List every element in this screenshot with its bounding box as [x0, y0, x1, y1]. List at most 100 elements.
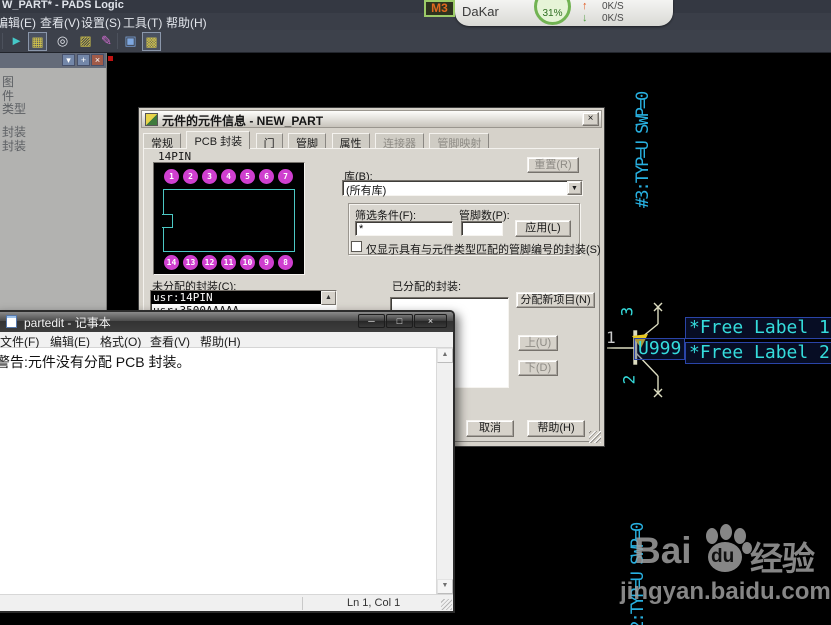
assigned-decals-label: 已分配的封装: [392, 281, 462, 293]
move-down-button[interactable]: 下(D) [518, 360, 558, 376]
reset-button[interactable]: 重置(R) [527, 157, 579, 173]
notepad-titlebar[interactable]: partedit - 记事本 ─ □ × [0, 312, 453, 332]
pad-7: 7 [278, 169, 293, 184]
pad-12: 12 [202, 255, 217, 270]
download-arrow-icon: ↓ [582, 12, 588, 24]
app-toolbar: ► ▦ ◎ ▨ ✎ ▣ ▩ [0, 30, 831, 53]
notepad-text-area[interactable]: 警告:元件没有分配 PCB 封装。 [0, 348, 436, 594]
dialog-title: 元件的元件信息 - NEW_PART [162, 114, 324, 128]
watermark-url: jingyan.baidu.com [620, 578, 831, 605]
cam-preview-icon[interactable]: ▩ [142, 32, 161, 51]
tab-pcb-decals[interactable]: PCB 封装 [186, 131, 251, 149]
free-label-1[interactable]: *Free Label 1 [685, 317, 831, 339]
tab-connector[interactable]: 连接器 [374, 133, 424, 150]
library-icon[interactable]: ▨ [76, 32, 95, 51]
notepad-title: partedit - 记事本 [24, 316, 111, 330]
pin-number-2[interactable]: 2 [619, 375, 638, 385]
scroll-up-icon[interactable]: ▲ [437, 348, 453, 363]
monitor-user: DaKar [462, 4, 499, 19]
resize-grip[interactable] [441, 599, 452, 610]
tab-general[interactable]: 常规 [143, 133, 181, 150]
tab-gates[interactable]: 门 [255, 133, 283, 150]
watermark-jingyan-text: 经验 [750, 540, 815, 577]
maximize-icon[interactable]: □ [386, 314, 413, 328]
upload-rate: 0K/S [602, 1, 624, 12]
project-explorer-panel: ▾ + × 图 件 类型 封装 封装 [0, 52, 107, 314]
scroll-up-icon[interactable]: ▲ [321, 291, 336, 305]
pin-number-3[interactable]: 3 [617, 307, 636, 317]
library-value: (所有库) [346, 185, 387, 197]
ref-designator[interactable]: U999 [634, 338, 686, 360]
pad-4: 4 [221, 169, 236, 184]
notepad-menubar: 文件(F) 编辑(E) 格式(O) 查看(V) 帮助(H) [0, 332, 453, 349]
match-pin-numbers-label: 仅显示具有与元件类型匹配的管脚编号的封装(S) [366, 244, 601, 256]
pad-2: 2 [183, 169, 198, 184]
pad-6: 6 [259, 169, 274, 184]
menu-edit[interactable]: 编辑(E) [0, 14, 36, 31]
notepad-statusbar: Ln 1, Col 1 [0, 594, 453, 611]
recorder-monitor-widget: M3 DaKar 31% ↑ 0K/S ↓ 0K/S [424, 0, 684, 34]
zoom-icon[interactable]: ◎ [53, 32, 72, 51]
menu-view[interactable]: 查看(V) [40, 14, 80, 31]
notepad-window: partedit - 记事本 ─ □ × 文件(F) 编辑(E) 格式(O) 查… [0, 310, 455, 613]
menu-tools[interactable]: 工具(T) [123, 14, 162, 31]
cursor-position-status: Ln 1, Col 1 [347, 597, 401, 609]
close-icon[interactable]: × [414, 314, 447, 328]
vertical-scrollbar[interactable]: ▲ ▼ [436, 348, 453, 594]
move-up-button[interactable]: 上(U) [518, 335, 558, 351]
help-button[interactable]: 帮助(H) [527, 420, 585, 437]
pad-8: 8 [278, 255, 293, 270]
pad-5: 5 [240, 169, 255, 184]
panel-header: ▾ + × [0, 52, 106, 68]
pad-13: 13 [183, 255, 198, 270]
origin-marker [108, 56, 113, 61]
tree-item-decal-2[interactable]: 封装 [2, 137, 26, 154]
pad-3: 3 [202, 169, 217, 184]
app-title: W_PART* - PADS Logic [2, 0, 124, 11]
sheet-icon[interactable]: ▣ [121, 32, 140, 51]
watermark: Bai du 经验 jingyan.baidu.com [612, 524, 831, 605]
filter-condition-input[interactable]: * [355, 221, 453, 236]
cancel-button[interactable]: 取消 [466, 420, 514, 437]
pads-logo-icon [145, 113, 158, 126]
library-combobox[interactable]: (所有库) ▼ [342, 180, 583, 197]
pin-attr-label-top[interactable]: #3:TYP=U SWP=0 [633, 56, 653, 208]
upload-arrow-icon: ↑ [582, 0, 588, 12]
tab-attributes[interactable]: 属性 [331, 133, 370, 150]
screen: #3:TYP=U SWP=0 #2:TYP=U SWP=0 1 3 2 U999… [0, 0, 831, 625]
watermark-du-text: du [711, 546, 735, 567]
dialog-titlebar[interactable]: 元件的元件信息 - NEW_PART × [141, 110, 602, 128]
pad-14: 14 [164, 255, 179, 270]
tab-pin-mapping[interactable]: 管脚映射 [429, 133, 490, 150]
monitor-badge: M3 [424, 0, 455, 17]
apply-button[interactable]: 应用(L) [515, 220, 571, 237]
tree-item-type[interactable]: 类型 [2, 100, 26, 117]
pin-count-input[interactable] [461, 221, 503, 236]
close-icon[interactable]: × [91, 54, 104, 66]
run-icon[interactable]: ► [7, 32, 26, 51]
menu-help[interactable]: 帮助(H) [166, 14, 207, 31]
tab-pins[interactable]: 管脚 [288, 133, 327, 150]
pad-1: 1 [164, 169, 179, 184]
free-label-2[interactable]: *Free Label 2 [685, 342, 831, 364]
chevron-down-icon[interactable]: ▾ [62, 54, 75, 66]
part-editor-icon[interactable]: ▦ [28, 32, 47, 51]
match-pin-numbers-checkbox[interactable] [351, 241, 362, 252]
chevron-down-icon[interactable]: ▼ [567, 181, 582, 195]
close-icon[interactable]: × [582, 112, 599, 126]
minimize-icon[interactable]: ─ [358, 314, 385, 328]
menu-setup[interactable]: 设置(S) [81, 14, 121, 31]
list-item[interactable]: usr:14PIN [151, 291, 336, 304]
pin-number-1[interactable]: 1 [606, 328, 616, 347]
watermark-brand: Bai du 经验 [612, 524, 827, 577]
status-divider [302, 597, 303, 610]
notepad-icon [6, 315, 17, 328]
app-titlebar[interactable]: W_PART* - PADS Logic [0, 0, 831, 13]
assign-new-button[interactable]: 分配新项目(N) [516, 292, 595, 308]
monitor-percent: 31% [542, 8, 563, 19]
resize-grip[interactable] [589, 431, 601, 443]
decal-editor-icon[interactable]: ✎ [97, 32, 116, 51]
pin-icon[interactable]: + [77, 54, 90, 66]
scroll-down-icon[interactable]: ▼ [437, 579, 453, 594]
pad-9: 9 [259, 255, 274, 270]
